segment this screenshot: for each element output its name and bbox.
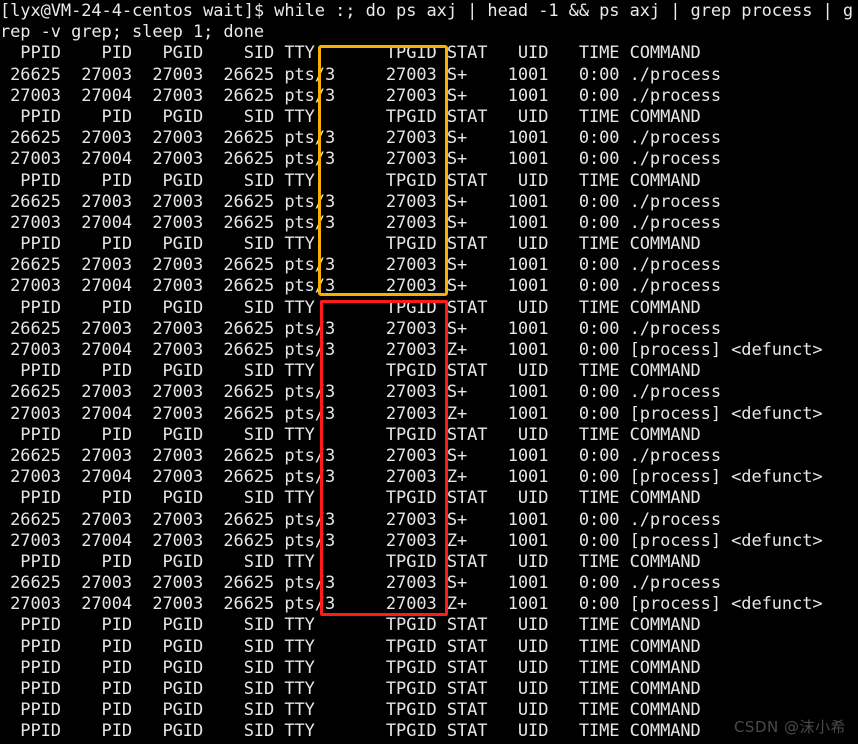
output-line: 27003 27004 27003 26625 pts/3 27003 S+ 1…: [0, 276, 721, 297]
output-line: PPID PID PGID SID TTY TPGID STAT UID TIM…: [0, 551, 701, 572]
output-line: 27003 27004 27003 26625 pts/3 27003 Z+ 1…: [0, 467, 823, 488]
output-line: PPID PID PGID SID TTY TPGID STAT UID TIM…: [0, 43, 701, 64]
csdn-watermark: CSDN @沫小希: [733, 717, 846, 736]
output-line: PPID PID PGID SID TTY TPGID STAT UID TIM…: [0, 488, 701, 509]
output-line: 26625 27003 27003 26625 pts/3 27003 S+ 1…: [0, 128, 721, 149]
output-line: 27003 27004 27003 26625 pts/3 27003 S+ 1…: [0, 85, 721, 106]
output-line: PPID PID PGID SID TTY TPGID STAT UID TIM…: [0, 700, 701, 721]
output-line: 27003 27004 27003 26625 pts/3 27003 Z+ 1…: [0, 594, 823, 615]
output-line: 27003 27004 27003 26625 pts/3 27003 Z+ 1…: [0, 530, 823, 551]
output-line: PPID PID PGID SID TTY TPGID STAT UID TIM…: [0, 636, 701, 657]
output-line: PPID PID PGID SID TTY TPGID STAT UID TIM…: [0, 361, 701, 382]
command-line: rep -v grep; sleep 1; done: [0, 22, 265, 43]
terminal-window[interactable]: [lyx@VM-24-4-centos wait]$ while :; do p…: [0, 0, 858, 744]
output-line: 26625 27003 27003 26625 pts/3 27003 S+ 1…: [0, 509, 721, 530]
output-line: PPID PID PGID SID TTY TPGID STAT UID TIM…: [0, 657, 701, 678]
output-line: PPID PID PGID SID TTY TPGID STAT UID TIM…: [0, 106, 701, 127]
output-line: PPID PID PGID SID TTY TPGID STAT UID TIM…: [0, 679, 701, 699]
output-line: 26625 27003 27003 26625 pts/3 27003 S+ 1…: [0, 382, 721, 403]
output-line: 26625 27003 27003 26625 pts/3 27003 S+ 1…: [0, 64, 721, 85]
output-line: PPID PID PGID SID TTY TPGID STAT UID TIM…: [0, 170, 701, 191]
output-line: PPID PID PGID SID TTY TPGID STAT UID TIM…: [0, 615, 701, 636]
terminal-output: [lyx@VM-24-4-centos wait]$ while :; do p…: [0, 1, 858, 743]
output-line: 26625 27003 27003 26625 pts/3 27003 S+ 1…: [0, 318, 721, 339]
output-line: 26625 27003 27003 26625 pts/3 27003 S+ 1…: [0, 191, 721, 212]
output-line: 27003 27004 27003 26625 pts/3 27003 Z+ 1…: [0, 403, 823, 424]
output-line: PPID PID PGID SID TTY TPGID STAT UID TIM…: [0, 424, 701, 445]
output-line: 26625 27003 27003 26625 pts/3 27003 S+ 1…: [0, 573, 721, 594]
output-line: PPID PID PGID SID TTY TPGID STAT UID TIM…: [0, 234, 701, 255]
output-line: PPID PID PGID SID TTY TPGID STAT UID TIM…: [0, 297, 701, 318]
output-line: 26625 27003 27003 26625 pts/3 27003 S+ 1…: [0, 445, 721, 466]
output-line: 26625 27003 27003 26625 pts/3 27003 S+ 1…: [0, 255, 721, 276]
command-line: [lyx@VM-24-4-centos wait]$ while :; do p…: [0, 1, 854, 21]
output-line: PPID PID PGID SID TTY TPGID STAT UID TIM…: [0, 721, 701, 742]
output-line: 27003 27004 27003 26625 pts/3 27003 S+ 1…: [0, 212, 721, 233]
output-line: 27003 27004 27003 26625 pts/3 27003 S+ 1…: [0, 149, 721, 170]
output-line: 27003 27004 27003 26625 pts/3 27003 Z+ 1…: [0, 340, 823, 360]
